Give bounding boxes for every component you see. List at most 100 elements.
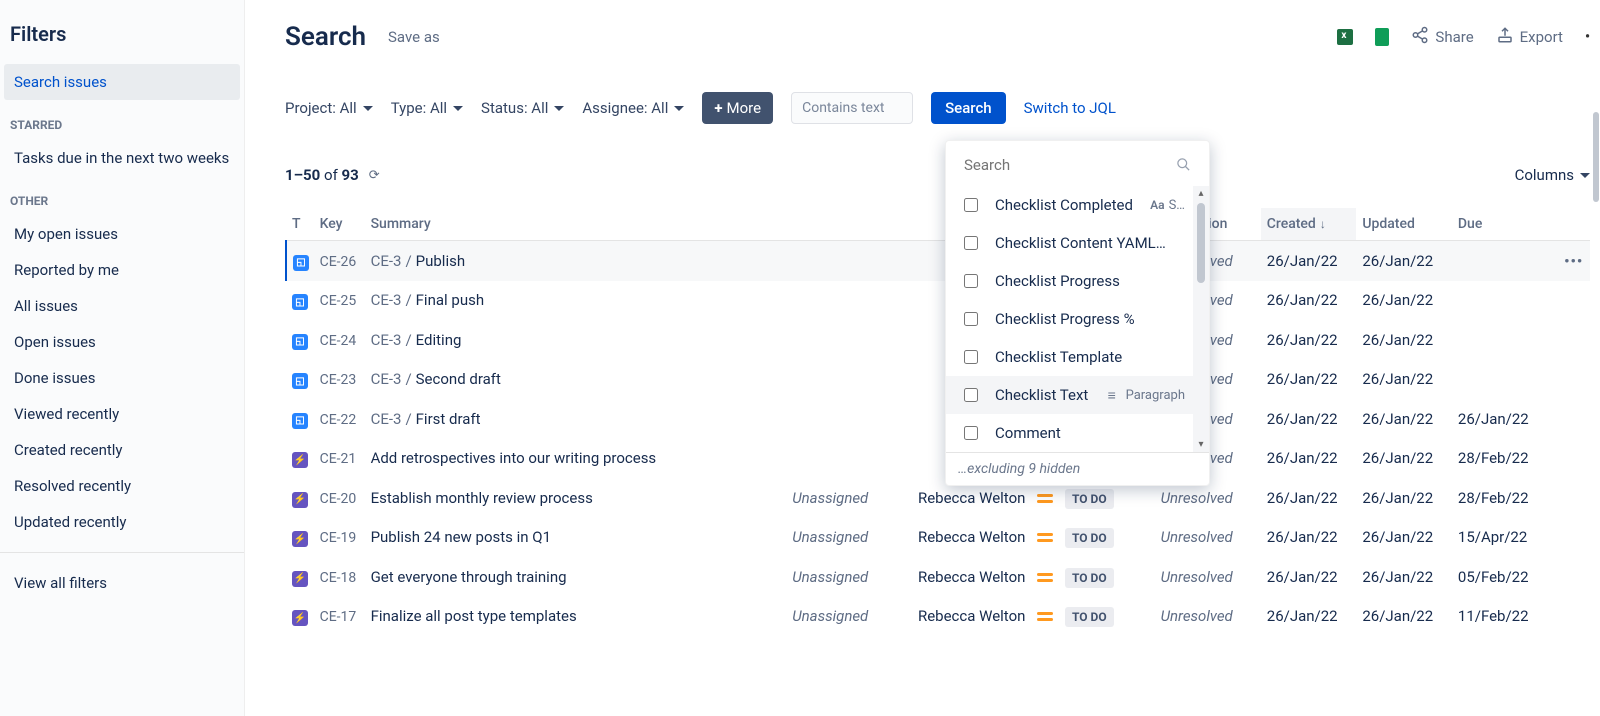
sidebar-item[interactable]: Resolved recently [4,468,240,504]
updated-date: 26/Jan/22 [1362,568,1433,586]
issue-key[interactable]: CE-19 [320,530,357,546]
updated-date: 26/Jan/22 [1362,410,1433,428]
filter-type[interactable]: Type: All [391,99,463,117]
dropdown-item[interactable]: Checklist Template [946,338,1193,376]
dropdown-scrollbar[interactable]: ▴ ▾ [1193,186,1209,452]
contains-text-input[interactable] [791,92,913,124]
dropdown-checkbox[interactable] [964,388,978,402]
issue-summary[interactable]: Final push [416,291,484,309]
table-row[interactable]: ◱CE-23CE-3/Second drafteltonTO DOUnresol… [286,360,1590,400]
share-button[interactable]: Share [1411,26,1473,48]
more-filters-button[interactable]: +More [702,92,773,124]
issue-key[interactable]: CE-18 [320,570,357,586]
dropdown-item-label: Checklist Template [995,348,1185,366]
table-row[interactable]: ⚡CE-18Get everyone through trainingUnass… [286,557,1590,597]
issue-type-icon: ⚡ [292,531,308,547]
issue-key[interactable]: CE-17 [320,609,357,625]
table-row[interactable]: ◱CE-24CE-3/EditingeltonTO DOUnresolved26… [286,320,1590,360]
issue-key[interactable]: CE-20 [320,491,357,507]
col-header-key[interactable]: Key [314,208,365,241]
dropdown-search-input[interactable] [962,155,1193,175]
dropdown-item[interactable]: Checklist Content YAML… [946,224,1193,262]
sidebar-item[interactable]: Tasks due in the next two weeks [4,140,240,176]
export-button[interactable]: Export [1496,26,1563,48]
dropdown-checkbox[interactable] [964,350,978,364]
col-header-updated[interactable]: Updated [1356,208,1452,241]
more-actions-icon[interactable]: • [1585,29,1590,45]
scrollbar-thumb[interactable] [1593,112,1599,202]
parent-key[interactable]: CE-3 [371,252,402,270]
issue-key[interactable]: CE-21 [320,451,357,467]
parent-key[interactable]: CE-3 [371,410,402,428]
sidebar-item[interactable]: My open issues [4,216,240,252]
dropdown-checkbox[interactable] [964,198,978,212]
issue-summary[interactable]: Add retrospectives into our writing proc… [371,449,657,467]
col-header-due[interactable]: Due [1452,208,1558,241]
sidebar-item-view-all[interactable]: View all filters [4,565,240,601]
issue-key[interactable]: CE-24 [320,333,357,349]
scroll-down-arrow-icon[interactable]: ▾ [1196,437,1205,452]
dropdown-item[interactable]: Checklist CompletedAaS… [946,186,1193,224]
sidebar-item[interactable]: All issues [4,288,240,324]
dropdown-item[interactable]: Checklist TextParagraph [946,376,1193,414]
issue-summary[interactable]: Second draft [416,370,501,388]
issue-summary[interactable]: Get everyone through training [371,568,567,586]
sidebar-item[interactable]: Created recently [4,432,240,468]
issue-key[interactable]: CE-26 [320,254,357,270]
status-badge[interactable]: TO DO [1065,607,1114,627]
issue-key[interactable]: CE-25 [320,293,357,309]
parent-key[interactable]: CE-3 [371,291,402,309]
sidebar-item[interactable]: Updated recently [4,504,240,540]
table-row[interactable]: ⚡CE-17Finalize all post type templatesUn… [286,597,1590,637]
issue-summary[interactable]: Finalize all post type templates [371,607,577,625]
sidebar-item[interactable]: Open issues [4,324,240,360]
col-header-type[interactable]: T [286,208,314,241]
columns-dropdown[interactable]: Columns [1515,166,1590,184]
dropdown-checkbox[interactable] [964,426,978,440]
issue-summary[interactable]: Publish 24 new posts in Q1 [371,528,551,546]
sidebar-item-search-issues[interactable]: Search issues [4,64,240,100]
main-vertical-scrollbar[interactable] [1592,72,1600,716]
refresh-icon[interactable]: ⟳ [369,168,380,183]
table-row[interactable]: ◱CE-26CE-3/PublisheltonTO DOUnresolved26… [286,241,1590,281]
scrollbar-thumb[interactable] [1197,203,1205,283]
switch-jql-link[interactable]: Switch to JQL [1024,99,1116,117]
parent-key[interactable]: CE-3 [371,331,402,349]
table-row[interactable]: ⚡CE-19Publish 24 new posts in Q1Unassign… [286,518,1590,558]
sidebar-item[interactable]: Done issues [4,360,240,396]
issue-summary[interactable]: Editing [416,331,462,349]
col-header-created[interactable]: Created↓ [1261,208,1357,241]
table-row[interactable]: ⚡CE-20Establish monthly review processUn… [286,478,1590,518]
dropdown-checkbox[interactable] [964,236,978,250]
filter-assignee[interactable]: Assignee: All [582,99,684,117]
dropdown-item[interactable]: Comment [946,414,1193,452]
dropdown-checkbox[interactable] [964,274,978,288]
updated-date: 26/Jan/22 [1362,489,1433,507]
table-row[interactable]: ◱CE-25CE-3/Final pusheltonTO DOUnresolve… [286,281,1590,321]
search-button[interactable]: Search [931,92,1006,124]
issue-key[interactable]: CE-22 [320,412,357,428]
status-badge[interactable]: TO DO [1065,489,1114,509]
status-badge[interactable]: TO DO [1065,568,1114,588]
table-row[interactable]: ⚡CE-21Add retrospectives into our writin… [286,439,1590,479]
sidebar-item[interactable]: Reported by me [4,252,240,288]
dropdown-checkbox[interactable] [964,312,978,326]
parent-key[interactable]: CE-3 [371,370,402,388]
sheets-icon[interactable] [1375,28,1389,46]
save-as-link[interactable]: Save as [388,28,440,46]
issue-summary[interactable]: First draft [416,410,481,428]
sidebar-item[interactable]: Viewed recently [4,396,240,432]
dropdown-item[interactable]: Checklist Progress % [946,300,1193,338]
issue-key[interactable]: CE-23 [320,372,357,388]
issue-summary[interactable]: Establish monthly review process [371,489,593,507]
excel-icon[interactable] [1337,29,1353,45]
col-header-summary[interactable]: Summary [365,208,769,241]
filter-status[interactable]: Status: All [481,99,564,117]
dropdown-item[interactable]: Checklist Progress [946,262,1193,300]
issue-summary[interactable]: Publish [416,252,465,270]
status-badge[interactable]: TO DO [1065,528,1114,548]
filter-project[interactable]: Project: All [285,99,373,117]
scroll-up-arrow-icon[interactable]: ▴ [1196,186,1205,201]
row-menu-icon[interactable]: ••• [1564,252,1583,270]
table-row[interactable]: ◱CE-22CE-3/First drafteltonTO DOUnresolv… [286,399,1590,439]
